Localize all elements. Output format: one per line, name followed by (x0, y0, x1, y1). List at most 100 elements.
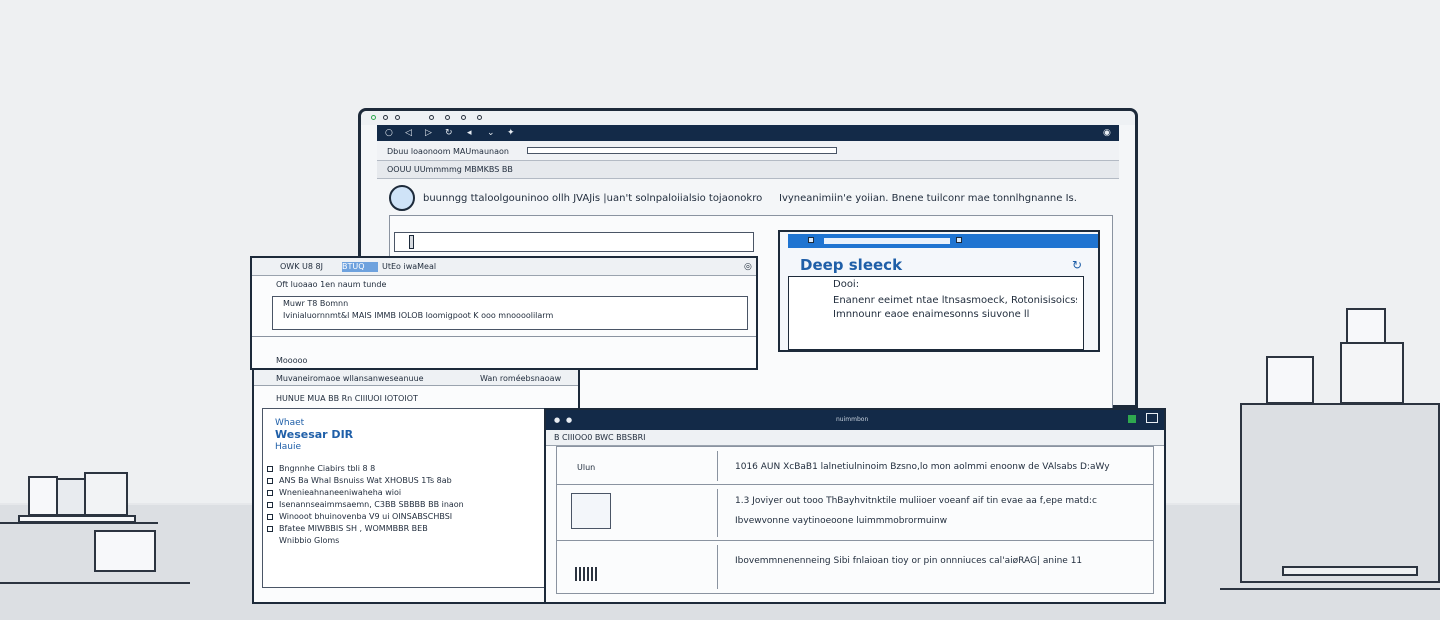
left-book-3 (84, 472, 128, 516)
headline-left: buunngg ttaloolgouninoo ollh JVAJis |uan… (423, 193, 763, 204)
window-dot-icon[interactable] (461, 115, 466, 120)
list-item[interactable]: Isenannseaimmsaemn, C3BB SBBBB BB inaon (267, 499, 547, 511)
refresh-icon[interactable]: ↻ (1072, 258, 1082, 272)
input-cursor (409, 235, 414, 249)
left-section-label: Mooooo (276, 356, 308, 365)
mid-brand-line3: Hauie (275, 442, 302, 452)
row-text-secondary: Ibvewvonne vaytinoeoone luimmmobrormuinw (735, 516, 948, 526)
mid-sub-header: HUNUE MUA BB Rn CIIIUOI IOTOIOT (276, 394, 418, 403)
left-sub-header: Oft luoaao 1en naum tunde (276, 280, 387, 289)
list-checkbox[interactable] (267, 490, 273, 496)
window-dot-icon[interactable]: ● (554, 415, 560, 425)
chevron-down-icon[interactable]: ⌄ (487, 128, 495, 138)
bottom-sub-header-bar: B CIIIOO0 BWC BBSBRI (546, 430, 1164, 446)
left-floor-line (0, 582, 190, 584)
list-item-label: Bfatee MIWBBIS SH , WOMMBBR BEB (279, 524, 428, 533)
left-titlebar: OWK U8 8J BTUQ UtEo iwaMeal ◎ (252, 258, 756, 276)
home-icon[interactable]: ○ (385, 128, 393, 138)
right-box-small (1266, 356, 1314, 404)
star-icon[interactable]: ✦ (507, 128, 515, 138)
list-item-label: Isenannseaimmsaemn, C3BB SBBBB BB inaon (279, 500, 464, 509)
list-item-label: Wnibbio Gloms (279, 536, 340, 545)
list-item-label: Winooot bhuinovenba V9 ui OINSABSCHBSI (279, 512, 453, 521)
barcode-icon (575, 567, 599, 581)
left-divider (252, 336, 756, 337)
list-checkbox[interactable] (267, 478, 273, 484)
list-item-label: ANS Ba Whal Bsnuiss Wat XHOBUS 1Ts 8ab (279, 476, 452, 485)
deep-line1: Enanenr eeimet ntae ltnsasmoeck, Rotonis… (833, 295, 1077, 306)
deep-brand: Deep sleeck (800, 256, 903, 274)
list-item-label: Wnenieahnaneeniwaheha wioi (279, 488, 402, 497)
window-dot-icon[interactable] (371, 115, 376, 120)
status-icon (1128, 415, 1136, 423)
left-field[interactable]: Muwr T8 Bomnn Ivinialuornnmt&l MAIS IMMB… (272, 296, 748, 330)
left-desk-illustration (0, 470, 200, 590)
url-input[interactable] (527, 147, 837, 154)
window-dot-icon[interactable]: ● (566, 415, 572, 425)
list-checkbox[interactable] (267, 466, 273, 472)
row-left-label: Ulun (577, 463, 596, 472)
bottom-titlebar: ● ● nuimmbon (546, 410, 1164, 430)
url-bar-text: Dbuu loaonoom MAUmaunaon (387, 147, 509, 156)
deep-line2: Imnnounr eaoe enaimesonns siuvone ll (833, 309, 1030, 320)
deep-window: Deep sleeck ↻ Dooi: Enanenr eeimet ntae … (778, 230, 1100, 352)
row-text: 1.3 Joviyer out tooo ThBayhvitnktile mul… (735, 496, 1097, 506)
deep-panel: Dooi: Enanenr eeimet ntae ltnsasmoeck, R… (788, 276, 1084, 350)
list-item[interactable]: Wnenieahnaneeniwaheha wioi (267, 487, 547, 499)
left-book-2 (56, 478, 86, 516)
table-row[interactable]: Ibovemmnenenneing Sibi fnlaioan tioy or … (557, 541, 1153, 593)
monitor-icon[interactable] (1146, 413, 1158, 423)
list-item[interactable]: Winooot bhuinovenba V9 ui OINSABSCHBSI (267, 511, 547, 523)
mid-list: Bngnnhe Ciabirs tbli 8 8 ANS Ba Whal Bsn… (267, 463, 547, 583)
deep-titlebar (788, 234, 1098, 248)
row-icon: Ulun (577, 461, 621, 475)
section-header-bar: OOUU UUmmmmg MBMKBS BB (377, 161, 1119, 179)
list-item[interactable]: Bfatee MIWBBIS SH , WOMMBBR BEB (267, 523, 547, 535)
bottom-window: ● ● nuimmbon B CIIIOO0 BWC BBSBRI Ulun 1… (544, 408, 1166, 604)
window-chrome (361, 111, 1135, 125)
mid-brand-line1: Whaet (275, 418, 305, 428)
left-field-text: Ivinialuornnmt&l MAIS IMMB IOLOB loomigp… (283, 311, 554, 320)
right-floor-line (1220, 588, 1440, 590)
mid-toolbar-right: Wan roméebsnaoaw (480, 374, 562, 383)
mid-toolbar: Muvaneiromaoe wllansanweseanuue Wan romé… (254, 370, 578, 386)
row-text: 1016 AUN XcBaB1 lalnetiulninoim Bzsno,lo… (735, 462, 1110, 472)
list-checkbox[interactable] (267, 514, 273, 520)
bottom-sub-header: B CIIIOO0 BWC BBSBRI (554, 433, 646, 442)
list-checkbox[interactable] (267, 502, 273, 508)
globe-icon (389, 185, 415, 211)
deep-checkbox[interactable] (808, 237, 814, 243)
list-item[interactable]: ANS Ba Whal Bsnuiss Wat XHOBUS 1Ts 8ab (267, 475, 547, 487)
left-title-highlight: BTUQ (342, 262, 378, 272)
scene: ○ ◁ ▷ ↻ ◂ ⌄ ✦ ◉ Dbuu loaonoom MAUmaunaon… (0, 0, 1440, 620)
window-dot-icon[interactable] (395, 115, 400, 120)
left-window: OWK U8 8J BTUQ UtEo iwaMeal ◎ Oft luoaao… (250, 256, 758, 370)
section-header: OOUU UUmmmmg MBMKBS BB (387, 165, 513, 174)
right-desk-illustration (1220, 300, 1440, 600)
row-text: Ibovemmnenenneing Sibi fnlaioan tioy or … (735, 556, 1083, 566)
table-row[interactable]: Ulun 1016 AUN XcBaB1 lalnetiulninoim Bzs… (557, 447, 1153, 485)
list-checkbox[interactable] (267, 526, 273, 532)
window-dot-icon[interactable] (445, 115, 450, 120)
window-dot-icon[interactable] (429, 115, 434, 120)
user-icon[interactable]: ◎ (744, 262, 752, 272)
left-desk-top (0, 522, 158, 524)
left-drawer (94, 530, 156, 572)
deep-toggle[interactable] (956, 237, 962, 243)
forward-icon[interactable]: ▷ (425, 128, 432, 138)
main-toolbar: ○ ◁ ▷ ↻ ◂ ⌄ ✦ ◉ (377, 125, 1119, 141)
bottom-table: Ulun 1016 AUN XcBaB1 lalnetiulninoim Bzs… (556, 446, 1154, 594)
window-dot-icon[interactable] (477, 115, 482, 120)
content-input[interactable] (394, 232, 754, 252)
list-item[interactable]: Wnibbio Gloms (267, 535, 547, 547)
window-dot-icon[interactable] (383, 115, 388, 120)
left-field-label: Muwr T8 Bomnn (283, 299, 349, 308)
headline-right: Ivyneanimiin'e yoiian. Bnene tuilconr ma… (779, 193, 1077, 204)
refresh-icon[interactable]: ↻ (445, 128, 453, 138)
row-divider (717, 545, 718, 589)
table-row[interactable]: 1.3 Joviyer out tooo ThBayhvitnktile mul… (557, 485, 1153, 541)
eye-icon[interactable]: ◉ (1103, 128, 1111, 138)
back-icon[interactable]: ◁ (405, 128, 412, 138)
arrow-left-icon[interactable]: ◂ (467, 128, 472, 138)
list-item[interactable]: Bngnnhe Ciabirs tbli 8 8 (267, 463, 547, 475)
